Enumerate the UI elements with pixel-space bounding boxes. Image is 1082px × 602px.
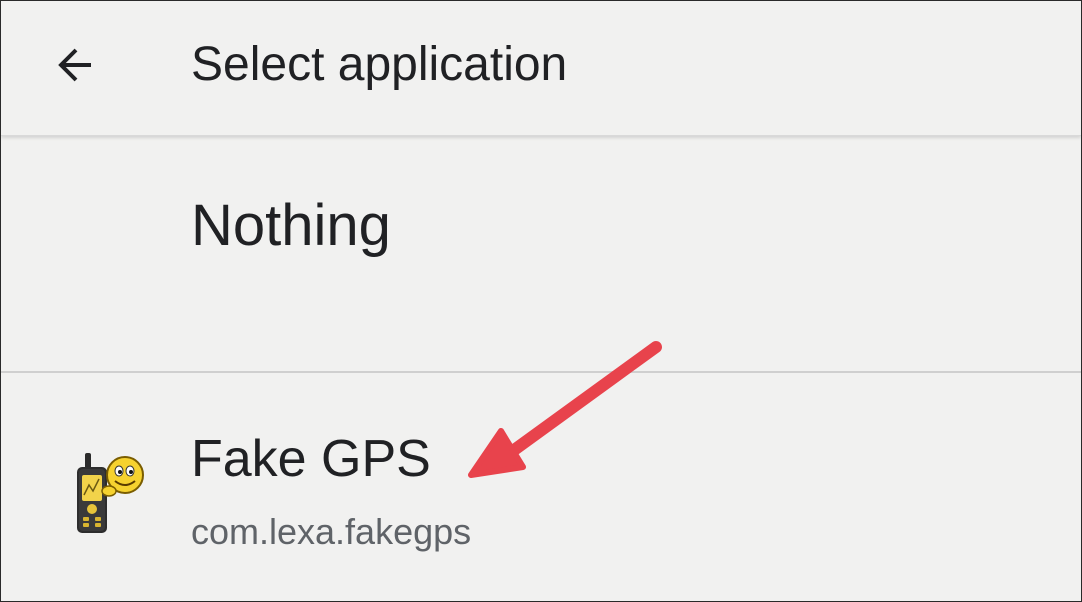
application-list: Nothing Fake GPS com.lexa.fakegps — [1, 137, 1081, 601]
arrow-left-icon — [58, 48, 91, 82]
list-item-fake-gps[interactable]: Fake GPS com.lexa.fakegps — [1, 373, 1081, 601]
list-item-title: Fake GPS — [191, 430, 431, 488]
app-bar: Select application — [1, 1, 1081, 136]
list-item-nothing[interactable]: Nothing — [1, 137, 1081, 373]
select-application-screen: Select application Nothing Fake GPS com.… — [0, 0, 1082, 602]
list-item-package-name: com.lexa.fakegps — [191, 511, 472, 552]
back-button[interactable] — [45, 35, 105, 95]
fake-gps-app-icon — [77, 453, 144, 533]
list-item-title: Nothing — [191, 193, 391, 258]
page-title: Select application — [191, 38, 568, 91]
